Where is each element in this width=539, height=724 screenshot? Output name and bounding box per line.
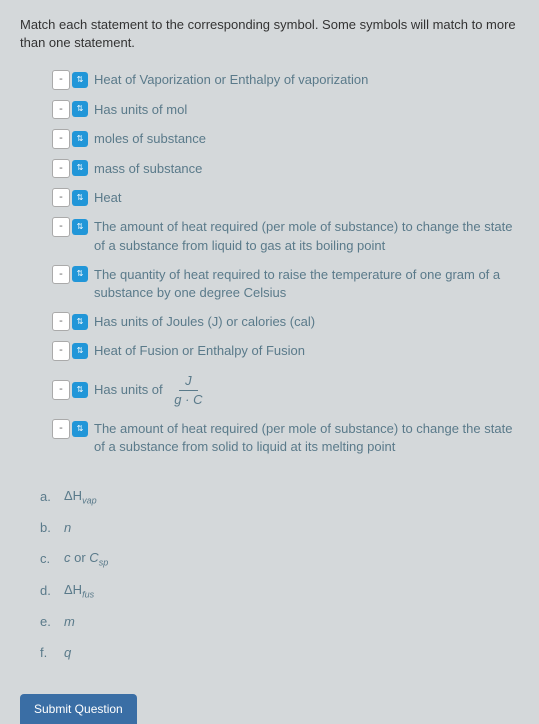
statement-row: - ⇅ Heat of Fusion or Enthalpy of Fusion [52, 341, 519, 360]
chevron-up-down-icon: ⇅ [72, 219, 88, 235]
match-select[interactable]: - ⇅ [52, 100, 88, 119]
fraction-denominator: g · C [170, 391, 206, 409]
select-value: - [52, 188, 70, 207]
answer-letter: d. [40, 582, 56, 600]
answer-symbol: m [64, 613, 75, 631]
match-select[interactable]: - ⇅ [52, 419, 88, 438]
answer-option-a: a. ΔHvap [40, 487, 519, 507]
statement-row: - ⇅ Has units of J g · C [52, 371, 519, 409]
chevron-up-down-icon: ⇅ [72, 421, 88, 437]
chevron-up-down-icon: ⇅ [72, 382, 88, 398]
statement-text: The amount of heat required (per mole of… [94, 217, 519, 254]
select-value: - [52, 380, 70, 399]
units-prefix: Has units of [94, 382, 163, 397]
match-select[interactable]: - ⇅ [52, 217, 88, 236]
chevron-up-down-icon: ⇅ [72, 266, 88, 282]
statement-row: - ⇅ Heat [52, 188, 519, 207]
select-value: - [52, 419, 70, 438]
match-select[interactable]: - ⇅ [52, 129, 88, 148]
statement-text: The amount of heat required (per mole of… [94, 419, 519, 456]
answer-letter: b. [40, 519, 56, 537]
statement-text: Heat of Vaporization or Enthalpy of vapo… [94, 70, 519, 89]
statement-text: The quantity of heat required to raise t… [94, 265, 519, 302]
answer-symbol: n [64, 519, 71, 537]
answer-symbol: q [64, 644, 71, 662]
chevron-up-down-icon: ⇅ [72, 314, 88, 330]
answer-symbol: ΔHfus [64, 581, 94, 601]
answer-option-b: b. n [40, 519, 519, 537]
statement-text: Has units of J g · C [94, 371, 519, 409]
select-value: - [52, 312, 70, 331]
select-value: - [52, 217, 70, 236]
statement-text: Heat of Fusion or Enthalpy of Fusion [94, 341, 519, 360]
statement-row: - ⇅ mass of substance [52, 159, 519, 178]
answer-letter: e. [40, 613, 56, 631]
match-select[interactable]: - ⇅ [52, 188, 88, 207]
select-value: - [52, 129, 70, 148]
answers-list: a. ΔHvap b. n c. c or Csp d. ΔHfus e. m … [20, 487, 519, 662]
select-value: - [52, 265, 70, 284]
statement-text: Has units of Joules (J) or calories (cal… [94, 312, 519, 331]
answer-option-f: f. q [40, 644, 519, 662]
statement-text: Heat [94, 188, 519, 207]
answer-letter: c. [40, 550, 56, 568]
select-value: - [52, 70, 70, 89]
select-value: - [52, 100, 70, 119]
statement-row: - ⇅ Has units of mol [52, 100, 519, 119]
statement-row: - ⇅ The amount of heat required (per mol… [52, 217, 519, 254]
match-select[interactable]: - ⇅ [52, 265, 88, 284]
chevron-up-down-icon: ⇅ [72, 160, 88, 176]
statement-row: - ⇅ The quantity of heat required to rai… [52, 265, 519, 302]
answer-symbol: c or Csp [64, 549, 108, 569]
statement-row: - ⇅ The amount of heat required (per mol… [52, 419, 519, 456]
match-select[interactable]: - ⇅ [52, 159, 88, 178]
instruction-text: Match each statement to the correspondin… [20, 16, 519, 52]
statement-text: moles of substance [94, 129, 519, 148]
fraction: J g · C [170, 372, 206, 409]
chevron-up-down-icon: ⇅ [72, 101, 88, 117]
chevron-up-down-icon: ⇅ [72, 190, 88, 206]
answer-option-c: c. c or Csp [40, 549, 519, 569]
answer-symbol: ΔHvap [64, 487, 97, 507]
statement-row: - ⇅ Has units of Joules (J) or calories … [52, 312, 519, 331]
statement-text: mass of substance [94, 159, 519, 178]
answer-option-e: e. m [40, 613, 519, 631]
answer-option-d: d. ΔHfus [40, 581, 519, 601]
answer-letter: a. [40, 488, 56, 506]
match-select[interactable]: - ⇅ [52, 312, 88, 331]
answer-letter: f. [40, 644, 56, 662]
chevron-up-down-icon: ⇅ [72, 131, 88, 147]
match-select[interactable]: - ⇅ [52, 341, 88, 360]
select-value: - [52, 341, 70, 360]
fraction-numerator: J [179, 372, 198, 391]
statement-text: Has units of mol [94, 100, 519, 119]
select-value: - [52, 159, 70, 178]
match-select[interactable]: - ⇅ [52, 380, 88, 399]
statements-list: - ⇅ Heat of Vaporization or Enthalpy of … [20, 70, 519, 456]
match-select[interactable]: - ⇅ [52, 70, 88, 89]
submit-button[interactable]: Submit Question [20, 694, 137, 724]
chevron-up-down-icon: ⇅ [72, 72, 88, 88]
statement-row: - ⇅ Heat of Vaporization or Enthalpy of … [52, 70, 519, 89]
statement-row: - ⇅ moles of substance [52, 129, 519, 148]
chevron-up-down-icon: ⇅ [72, 343, 88, 359]
